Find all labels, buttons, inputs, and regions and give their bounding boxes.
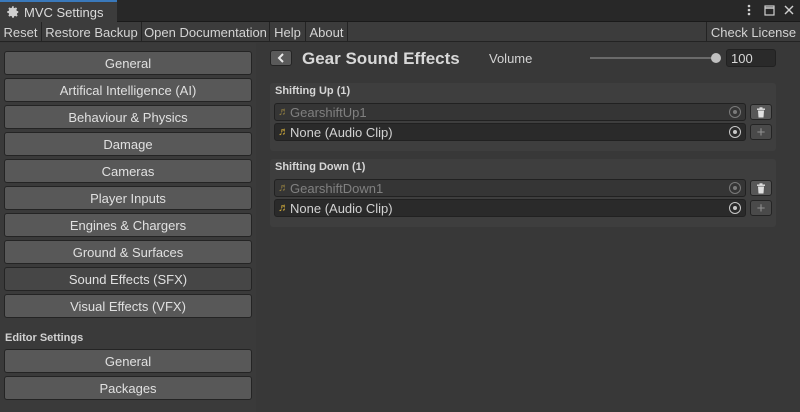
title-bar: MVC Settings [0, 0, 800, 22]
group-title: Shifting Down (1) [275, 161, 366, 173]
close-icon[interactable] [782, 3, 796, 17]
sidebar-item-general[interactable]: General [4, 51, 252, 75]
audio-clip-name: GearshiftDown1 [290, 180, 384, 196]
audio-clip-name: None (Audio Clip) [290, 200, 393, 216]
audio-clip-field[interactable]: ♬ None (Audio Clip) [274, 199, 746, 217]
window-tab[interactable]: MVC Settings [0, 0, 117, 22]
help-button[interactable]: Help [270, 22, 306, 42]
about-button[interactable]: About [306, 22, 348, 42]
audio-clip-icon: ♬ [278, 126, 289, 138]
editor-settings-heading: Editor Settings [5, 332, 84, 344]
audio-clip-field[interactable]: ♬ GearshiftDown1 [274, 179, 746, 197]
page-title: Gear Sound Effects [302, 49, 460, 68]
audio-clip-field[interactable]: ♬ GearshiftUp1 [274, 103, 746, 121]
trash-icon [757, 182, 765, 193]
add-clip-button[interactable]: + [750, 124, 772, 140]
sidebar-item-damage[interactable]: Damage [4, 132, 252, 156]
audio-clip-icon: ♬ [278, 182, 289, 194]
audio-clip-field[interactable]: ♬ None (Audio Clip) [274, 123, 746, 141]
delete-clip-button[interactable] [750, 104, 772, 120]
sidebar-item-player-inputs[interactable]: Player Inputs [4, 186, 252, 210]
gear-icon [7, 6, 19, 18]
plus-icon: + [756, 123, 766, 141]
object-picker-icon[interactable] [729, 106, 741, 118]
shifting-up-group: Shifting Up (1) ♬ GearshiftUp1 ♬ None (A… [270, 83, 776, 151]
delete-clip-button[interactable] [750, 180, 772, 196]
more-icon[interactable] [742, 3, 756, 17]
add-clip-button[interactable]: + [750, 200, 772, 216]
sidebar-item-ai[interactable]: Artifical Intelligence (AI) [4, 78, 252, 102]
sidebar-item-ground-surfaces[interactable]: Ground & Surfaces [4, 240, 252, 264]
plus-icon: + [756, 199, 766, 217]
audio-clip-icon: ♬ [278, 106, 289, 118]
audio-clip-name: GearshiftUp1 [290, 104, 367, 120]
sidebar-item-sound-effects[interactable]: Sound Effects (SFX) [4, 267, 252, 291]
volume-slider-track[interactable] [590, 57, 718, 59]
maximize-icon[interactable] [762, 3, 776, 17]
sidebar-item-engines-chargers[interactable]: Engines & Chargers [4, 213, 252, 237]
object-picker-icon[interactable] [729, 126, 741, 138]
main-panel: Gear Sound Effects Volume 100 Shifting U… [256, 43, 800, 412]
object-picker-icon[interactable] [729, 182, 741, 194]
sidebar-item-cameras[interactable]: Cameras [4, 159, 252, 183]
shifting-down-group: Shifting Down (1) ♬ GearshiftDown1 ♬ Non… [270, 159, 776, 227]
trash-icon [757, 106, 765, 117]
restore-backup-button[interactable]: Restore Backup [42, 22, 142, 42]
sidebar-item-packages[interactable]: Packages [4, 376, 252, 400]
window-title: MVC Settings [24, 4, 104, 20]
reset-button[interactable]: Reset [0, 22, 42, 42]
check-license-button[interactable]: Check License [706, 22, 800, 42]
volume-slider-thumb[interactable] [711, 53, 721, 63]
toolbar: Reset Restore Backup Open Documentation … [0, 22, 800, 42]
sidebar-item-editor-general[interactable]: General [4, 349, 252, 373]
volume-input[interactable]: 100 [726, 49, 776, 67]
object-picker-icon[interactable] [729, 202, 741, 214]
open-documentation-button[interactable]: Open Documentation [142, 22, 270, 42]
audio-clip-icon: ♬ [278, 202, 289, 214]
group-title: Shifting Up (1) [275, 85, 351, 97]
audio-clip-name: None (Audio Clip) [290, 124, 393, 140]
volume-label: Volume [489, 51, 533, 66]
sidebar: General Artifical Intelligence (AI) Beha… [0, 43, 256, 412]
sidebar-item-behaviour-physics[interactable]: Behaviour & Physics [4, 105, 252, 129]
back-button[interactable] [270, 50, 292, 66]
chevron-left-icon [277, 53, 284, 63]
sidebar-item-visual-effects[interactable]: Visual Effects (VFX) [4, 294, 252, 318]
